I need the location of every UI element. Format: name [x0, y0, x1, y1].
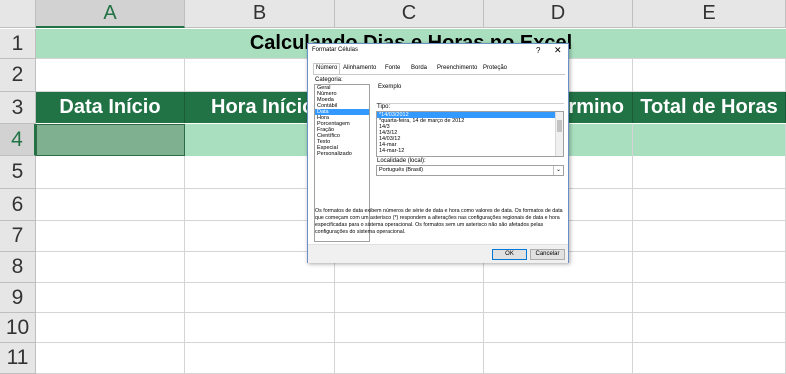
example-preview [376, 91, 564, 104]
cell-d10[interactable] [484, 313, 633, 343]
cell-d9[interactable] [484, 283, 633, 313]
locale-select[interactable]: Português (Brasil) ⌄ [376, 165, 564, 176]
header-cell-data-inicio[interactable]: Data Início [36, 92, 185, 123]
help-button[interactable]: ? [536, 46, 540, 55]
cell-c10[interactable] [335, 313, 484, 343]
row-header-5[interactable]: 5 [0, 156, 36, 189]
close-icon[interactable]: ✕ [554, 45, 562, 56]
cell-e4[interactable] [633, 124, 786, 156]
cell-e9[interactable] [633, 283, 786, 313]
cell-a9[interactable] [36, 283, 185, 313]
cell-e8[interactable] [633, 252, 786, 283]
type-list-scrollbar[interactable] [555, 112, 563, 156]
tab-numero[interactable]: Número [313, 63, 341, 74]
cell-a10[interactable] [36, 313, 185, 343]
column-header-d[interactable]: D [484, 0, 633, 28]
ok-button[interactable]: OK [492, 249, 527, 260]
tab-preenchimento[interactable]: Preenchimento [435, 64, 479, 73]
column-header-a[interactable]: A [36, 0, 185, 28]
column-header-b[interactable]: B [185, 0, 335, 28]
cell-e10[interactable] [633, 313, 786, 343]
cell-c11[interactable] [335, 343, 484, 374]
chevron-down-icon[interactable]: ⌄ [553, 166, 563, 175]
cell-a6[interactable] [36, 189, 185, 221]
cell-b11[interactable] [185, 343, 335, 374]
cell-b10[interactable] [185, 313, 335, 343]
cell-d11[interactable] [484, 343, 633, 374]
cell-a2[interactable] [36, 59, 185, 92]
cell-a5[interactable] [36, 156, 185, 189]
row-header-8[interactable]: 8 [0, 252, 36, 283]
cell-a7[interactable] [36, 221, 185, 252]
tab-protecao[interactable]: Proteção [481, 64, 509, 73]
row-header-6[interactable]: 6 [0, 189, 36, 221]
select-all-corner[interactable] [0, 0, 36, 28]
scrollbar-thumb[interactable] [557, 120, 562, 132]
type-item[interactable]: 14-mar-12 [377, 148, 563, 154]
row-header-1[interactable]: 1 [0, 29, 36, 59]
cancel-button[interactable]: Cancelar [530, 249, 565, 260]
cell-e11[interactable] [633, 343, 786, 374]
cell-a11[interactable] [36, 343, 185, 374]
tab-fonte[interactable]: Fonte [383, 64, 402, 73]
row-header-9[interactable]: 9 [0, 283, 36, 313]
row-header-10[interactable]: 10 [0, 313, 36, 343]
row-header-7[interactable]: 7 [0, 221, 36, 252]
example-label: Exemplo [378, 84, 402, 90]
column-header-c[interactable]: C [335, 0, 484, 28]
row-header-4[interactable]: 4 [0, 124, 36, 156]
cell-a4-selected[interactable] [36, 124, 185, 156]
tab-alinhamento[interactable]: Alinhamento [341, 64, 378, 73]
locale-label: Localidade (local): [377, 158, 426, 164]
category-label: Categoria: [315, 77, 343, 83]
cell-c9[interactable] [335, 283, 484, 313]
cell-e5[interactable] [633, 156, 786, 189]
row-header-3[interactable]: 3 [0, 92, 36, 124]
dialog-footer: OK Cancelar [308, 244, 568, 263]
cell-e7[interactable] [633, 221, 786, 252]
format-cells-dialog: Formatar Células ? ✕ Número Alinhamento … [307, 43, 569, 263]
locale-value: Português (Brasil) [379, 167, 424, 173]
format-description: Os formatos de data exibem números de sé… [315, 208, 563, 235]
cell-b9[interactable] [185, 283, 335, 313]
dialog-tabs: Número Alinhamento Fonte Borda Preenchim… [313, 63, 565, 75]
type-label: Tipo: [377, 104, 391, 110]
category-item[interactable]: Personalizado [315, 151, 369, 157]
row-header-11[interactable]: 11 [0, 343, 36, 374]
cell-e2[interactable] [633, 59, 786, 92]
type-list[interactable]: *14/03/2012 *quarta-feira, 14 de março d… [376, 111, 564, 157]
dialog-title: Formatar Células [312, 47, 359, 53]
tab-borda[interactable]: Borda [409, 64, 429, 73]
column-header-e[interactable]: E [633, 0, 786, 28]
cell-a8[interactable] [36, 252, 185, 283]
header-cell-total-de-horas[interactable]: Total de Horas [633, 92, 786, 123]
row-header-2[interactable]: 2 [0, 59, 36, 92]
cell-e6[interactable] [633, 189, 786, 221]
